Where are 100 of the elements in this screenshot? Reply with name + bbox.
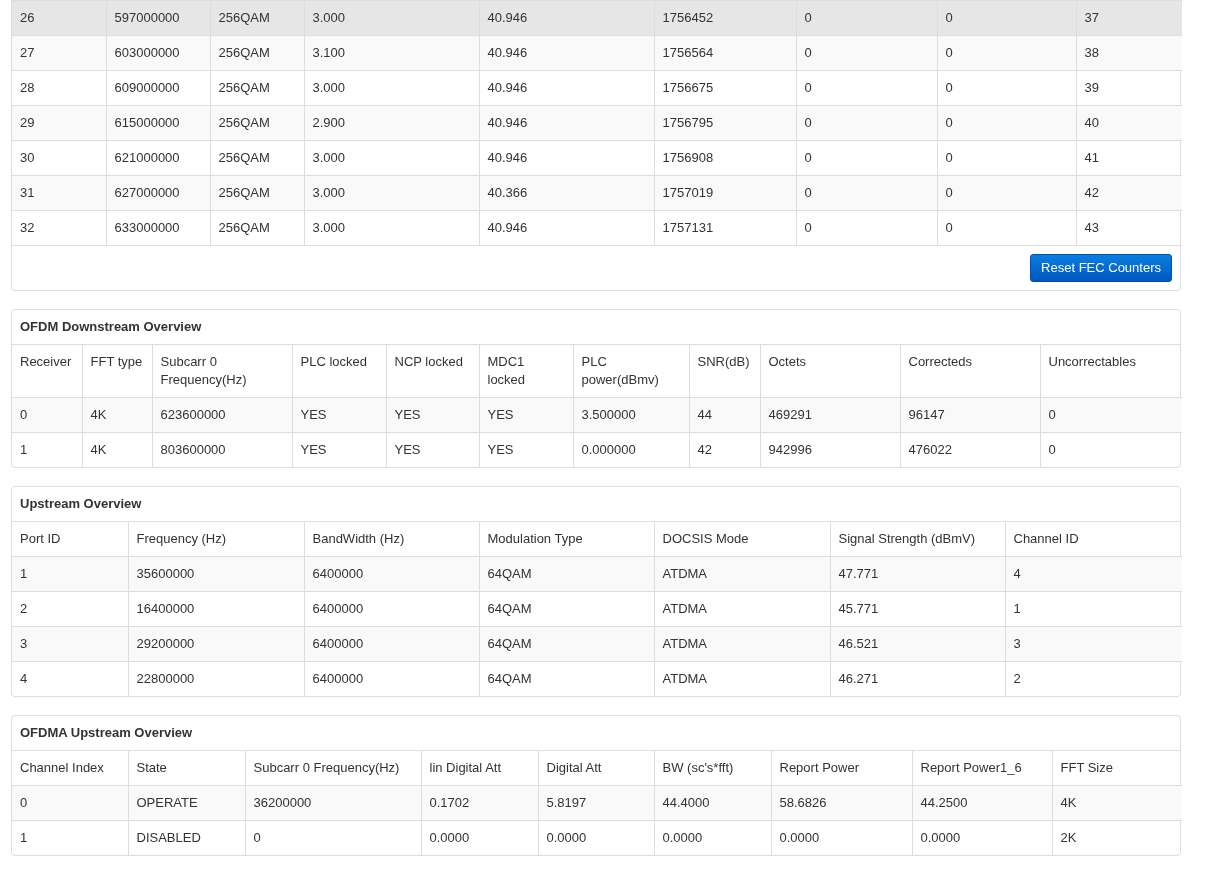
table-cell: 0	[796, 140, 937, 176]
table-cell: 26	[12, 0, 106, 36]
column-header: Uncorrectables	[1040, 345, 1182, 398]
table-cell: YES	[292, 397, 386, 433]
column-header: Digital Att	[538, 751, 654, 786]
table-cell: 1	[12, 556, 128, 592]
column-header: Octets	[760, 345, 900, 398]
table-cell: 3	[12, 626, 128, 662]
table-cell: 615000000	[106, 105, 210, 141]
table-cell: 40.366	[479, 175, 654, 211]
table-cell: 256QAM	[210, 140, 304, 176]
table-cell: 1756908	[654, 140, 796, 176]
table-cell: 621000000	[106, 140, 210, 176]
column-header: BW (sc's*fft)	[654, 751, 771, 786]
column-header: PLC power(dBmv)	[573, 345, 689, 398]
table-cell: 28	[12, 70, 106, 106]
column-header: Subcarr 0 Frequency(Hz)	[152, 345, 292, 398]
table-cell: 623600000	[152, 397, 292, 433]
panel-title: Upstream Overview	[12, 487, 1180, 522]
table-cell: 40.946	[479, 140, 654, 176]
column-header: MDC1 locked	[479, 345, 573, 398]
table-cell: 0	[796, 0, 937, 36]
column-header: Modulation Type	[479, 522, 654, 557]
column-header: Channel Index	[12, 751, 128, 786]
table-cell: 64QAM	[479, 626, 654, 662]
table-cell: 40.946	[479, 105, 654, 141]
column-header: NCP locked	[386, 345, 479, 398]
table-cell: 3.000	[304, 140, 479, 176]
reset-fec-counters-button[interactable]: Reset FEC Counters	[1030, 254, 1172, 282]
table-cell: 44.4000	[654, 785, 771, 821]
table-cell: 2.900	[304, 105, 479, 141]
table-cell: ATDMA	[654, 556, 830, 592]
table-cell: 44.2500	[912, 785, 1052, 821]
table-cell: 27	[12, 35, 106, 71]
table-cell: 4K	[82, 397, 152, 433]
table-cell: 0	[937, 35, 1076, 71]
table-cell: 1756675	[654, 70, 796, 106]
table-cell: 0	[796, 175, 937, 211]
table-cell: 16400000	[128, 591, 304, 627]
table-cell: 0	[12, 785, 128, 821]
table-cell: 37	[1076, 0, 1182, 36]
table-cell: 6400000	[304, 626, 479, 662]
table-cell: 2	[12, 591, 128, 627]
column-header: Report Power1_6	[912, 751, 1052, 786]
table-cell: 0	[937, 105, 1076, 141]
table-cell: 1756452	[654, 0, 796, 36]
table-cell: 47.771	[830, 556, 1005, 592]
table-cell: 1757019	[654, 175, 796, 211]
table-cell: 3.000	[304, 175, 479, 211]
table-cell: 1756795	[654, 105, 796, 141]
table-cell: 30	[12, 140, 106, 176]
table-cell: 256QAM	[210, 210, 304, 246]
table-cell: 40.946	[479, 210, 654, 246]
column-header: Signal Strength (dBmV)	[830, 522, 1005, 557]
column-header: Receiver	[12, 345, 82, 398]
table-cell: 0	[796, 105, 937, 141]
column-header: Frequency (Hz)	[128, 522, 304, 557]
table-cell: 0	[796, 210, 937, 246]
column-header: Correcteds	[900, 345, 1040, 398]
table-cell: YES	[386, 397, 479, 433]
table-cell: 96147	[900, 397, 1040, 433]
table-cell: 58.6826	[771, 785, 912, 821]
table-cell: 0	[937, 210, 1076, 246]
table-cell: 0	[937, 140, 1076, 176]
column-header: Channel ID	[1005, 522, 1182, 557]
table-cell: 0	[12, 397, 82, 433]
table-cell: 6400000	[304, 556, 479, 592]
table-cell: 0	[796, 70, 937, 106]
table-cell: 469291	[760, 397, 900, 433]
table-cell: 3.500000	[573, 397, 689, 433]
table-cell: 29200000	[128, 626, 304, 662]
table-cell: 0	[937, 175, 1076, 211]
panel-title: OFDM Downstream Overview	[12, 310, 1180, 345]
table-cell: 3.100	[304, 35, 479, 71]
column-header: FFT Size	[1052, 751, 1182, 786]
table-cell: 31	[12, 175, 106, 211]
table-cell: 0	[937, 0, 1076, 36]
column-header: Subcarr 0 Frequency(Hz)	[245, 751, 421, 786]
table-cell: 1	[12, 820, 128, 855]
table-cell: 4	[12, 661, 128, 696]
table-cell: 256QAM	[210, 0, 304, 36]
table-cell: 40.946	[479, 0, 654, 36]
table-cell: 1	[12, 432, 82, 467]
table-cell: 0.1702	[421, 785, 538, 821]
table-cell: 3.000	[304, 0, 479, 36]
table-cell: 40.946	[479, 35, 654, 71]
table-cell: 3.000	[304, 210, 479, 246]
table-cell: 256QAM	[210, 35, 304, 71]
table-cell: 32	[12, 210, 106, 246]
table-cell: 0	[1040, 432, 1182, 467]
column-header: State	[128, 751, 245, 786]
column-header: Report Power	[771, 751, 912, 786]
table-cell: 1757131	[654, 210, 796, 246]
table-cell: 2K	[1052, 820, 1182, 855]
table-cell: 3.000	[304, 70, 479, 106]
table-cell: 633000000	[106, 210, 210, 246]
table-cell: 5.8197	[538, 785, 654, 821]
table-cell: 603000000	[106, 35, 210, 71]
column-header: PLC locked	[292, 345, 386, 398]
column-header: SNR(dB)	[689, 345, 760, 398]
